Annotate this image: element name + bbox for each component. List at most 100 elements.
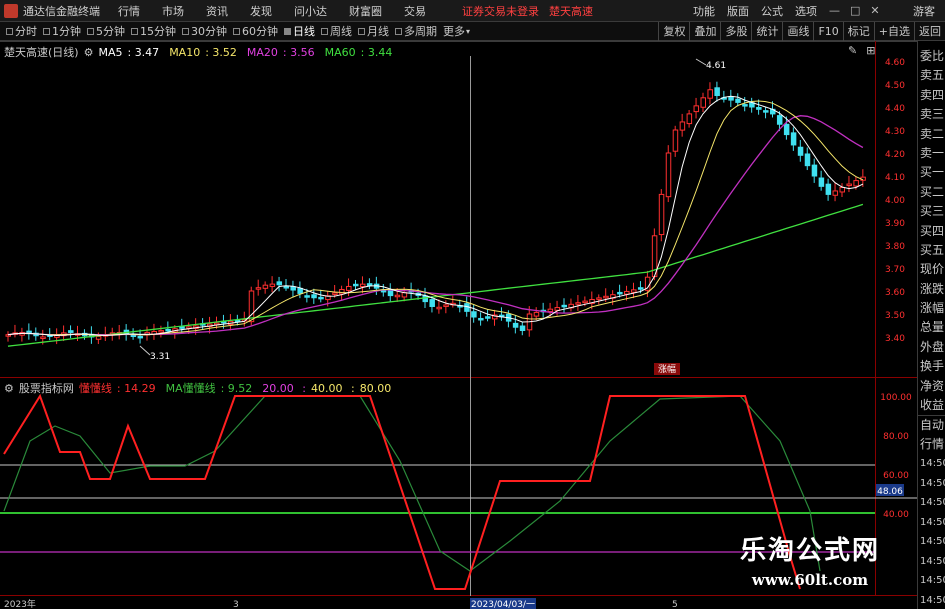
sp-item[interactable]: 涨跌 xyxy=(918,280,945,299)
indicator-tick: 100.00 xyxy=(880,393,912,403)
stock-quick-name[interactable]: 楚天高速 xyxy=(549,3,593,19)
mark-button[interactable]: 标记 xyxy=(842,21,874,41)
sp-item[interactable]: 涨幅 xyxy=(918,299,945,318)
candle-body xyxy=(846,183,852,187)
menu-options[interactable]: 选项 xyxy=(795,3,817,19)
candle-body xyxy=(617,291,623,295)
candle-body xyxy=(512,322,519,328)
adjust-button[interactable]: 复权 xyxy=(658,21,689,41)
candle-body xyxy=(130,334,137,338)
f10-button[interactable]: F10 xyxy=(813,21,842,41)
candle-body xyxy=(728,96,734,101)
candle-body xyxy=(290,286,296,291)
menu-market[interactable]: 市场 xyxy=(162,3,184,19)
price-tick: 3.50 xyxy=(885,311,905,321)
sp-item[interactable]: 收益 xyxy=(918,396,945,415)
indicator-tick: 60.00 xyxy=(883,471,909,481)
candle-body xyxy=(478,317,484,321)
sp-item[interactable]: 买三 xyxy=(918,202,945,221)
sp-item[interactable]: 现价 xyxy=(918,260,945,279)
candle-body xyxy=(429,299,435,307)
candle-body xyxy=(95,335,102,340)
sp-item[interactable]: 卖三 xyxy=(918,105,945,124)
candle-body xyxy=(818,177,825,187)
guest-label[interactable]: 游客 xyxy=(913,3,935,19)
ma60-legend: MA60: 3.44 xyxy=(324,45,393,59)
period-more[interactable]: 更多 ▾ xyxy=(443,23,470,39)
date-mark: 5 xyxy=(672,600,678,609)
period-weekly[interactable]: 周线 xyxy=(321,23,352,39)
add-watchlist-button[interactable]: +自选 xyxy=(873,21,914,41)
menu-trade[interactable]: 交易 xyxy=(404,3,426,19)
price-tick: 4.50 xyxy=(885,81,905,91)
sp-item[interactable]: 卖一 xyxy=(918,144,945,163)
candle-body xyxy=(665,152,672,198)
maximize-icon[interactable]: □ xyxy=(850,4,860,17)
sp-item[interactable]: 买四 xyxy=(918,222,945,241)
menu-ask[interactable]: 问小达 xyxy=(294,3,327,19)
period-15min[interactable]: 15分钟 xyxy=(131,23,176,39)
stock-title[interactable]: 楚天高速(日线) xyxy=(4,44,79,60)
app-logo-icon xyxy=(4,3,18,18)
sp-item[interactable]: 卖二 xyxy=(918,125,945,144)
candle-body xyxy=(797,146,804,156)
period-5min[interactable]: 5分钟 xyxy=(87,23,125,39)
settings-icon[interactable]: ⚙ xyxy=(4,382,14,395)
period-toolbar: 分时 1分钟 5分钟 15分钟 30分钟 60分钟 日线 周线 月线 多周期 更… xyxy=(0,21,945,41)
candle-body xyxy=(596,297,602,300)
sp-item[interactable]: 行情 xyxy=(918,435,945,454)
price-tick: 3.90 xyxy=(885,219,905,229)
multi-stock-button[interactable]: 多股 xyxy=(720,21,751,41)
pen-icon[interactable]: ✎ xyxy=(848,44,857,57)
menu-quotes[interactable]: 行情 xyxy=(118,3,140,19)
menu-formula[interactable]: 公式 xyxy=(761,3,783,19)
chart-canvas[interactable]: 4.60 4.50 4.40 4.30 4.20 4.10 4.00 3.90 … xyxy=(0,41,945,609)
login-status[interactable]: 证券交易未登录 xyxy=(462,3,539,19)
statistics-button[interactable]: 统计 xyxy=(751,21,782,41)
app-title: 通达信金融终端 xyxy=(23,4,100,18)
candle-body xyxy=(533,311,540,317)
period-intraday[interactable]: 分时 xyxy=(6,23,37,39)
candle-body xyxy=(283,286,289,289)
sp-time: 14:50 xyxy=(920,594,945,606)
sp-item[interactable]: 总量 xyxy=(918,318,945,337)
candle-body xyxy=(262,284,269,289)
menu-layout[interactable]: 版面 xyxy=(727,3,749,19)
sp-item[interactable]: 买一 xyxy=(918,163,945,182)
period-1min[interactable]: 1分钟 xyxy=(43,23,81,39)
menu-wealth[interactable]: 财富圈 xyxy=(349,3,382,19)
sp-item[interactable]: 买二 xyxy=(918,183,945,202)
price-tick: 4.00 xyxy=(885,196,905,206)
menu-function[interactable]: 功能 xyxy=(693,3,715,19)
overlay-button[interactable]: 叠加 xyxy=(689,21,720,41)
sp-item[interactable]: 净资 xyxy=(918,377,945,396)
candle-body xyxy=(401,292,408,298)
menu-discover[interactable]: 发现 xyxy=(250,3,272,19)
indicator-axis: 100.00 80.00 60.00 40.00 xyxy=(880,393,912,520)
sp-item[interactable]: 卖四 xyxy=(918,86,945,105)
chart-area[interactable]: 4.60 4.50 4.40 4.30 4.20 4.10 4.00 3.90 … xyxy=(0,41,945,609)
period-monthly[interactable]: 月线 xyxy=(358,23,389,39)
candle-body xyxy=(776,115,783,125)
expand-icon[interactable]: ⊞ xyxy=(866,44,875,57)
minimize-icon[interactable]: — xyxy=(829,4,840,17)
sp-item[interactable]: 外盘 xyxy=(918,338,945,357)
period-multi[interactable]: 多周期 xyxy=(395,23,437,39)
period-30min[interactable]: 30分钟 xyxy=(182,23,227,39)
sp-item[interactable]: 自动 xyxy=(918,415,945,434)
sp-time: 14:50 xyxy=(920,555,945,567)
back-button[interactable]: 返回 xyxy=(914,21,945,41)
sp-item[interactable]: 委比 xyxy=(918,47,945,66)
menu-news[interactable]: 资讯 xyxy=(206,3,228,19)
sp-item[interactable]: 买五 xyxy=(918,241,945,260)
draw-button[interactable]: 画线 xyxy=(782,21,813,41)
candle-body xyxy=(276,281,283,286)
settings-icon[interactable]: ⚙ xyxy=(84,46,94,59)
sp-item[interactable]: 卖五 xyxy=(918,66,945,85)
sp-item[interactable]: 换手 xyxy=(918,357,945,376)
close-icon[interactable]: ✕ xyxy=(870,4,879,17)
period-60min[interactable]: 60分钟 xyxy=(233,23,278,39)
indicator-name[interactable]: 股票指标网 xyxy=(19,380,74,396)
ma10-line xyxy=(7,100,864,336)
period-daily[interactable]: 日线 xyxy=(284,23,315,39)
